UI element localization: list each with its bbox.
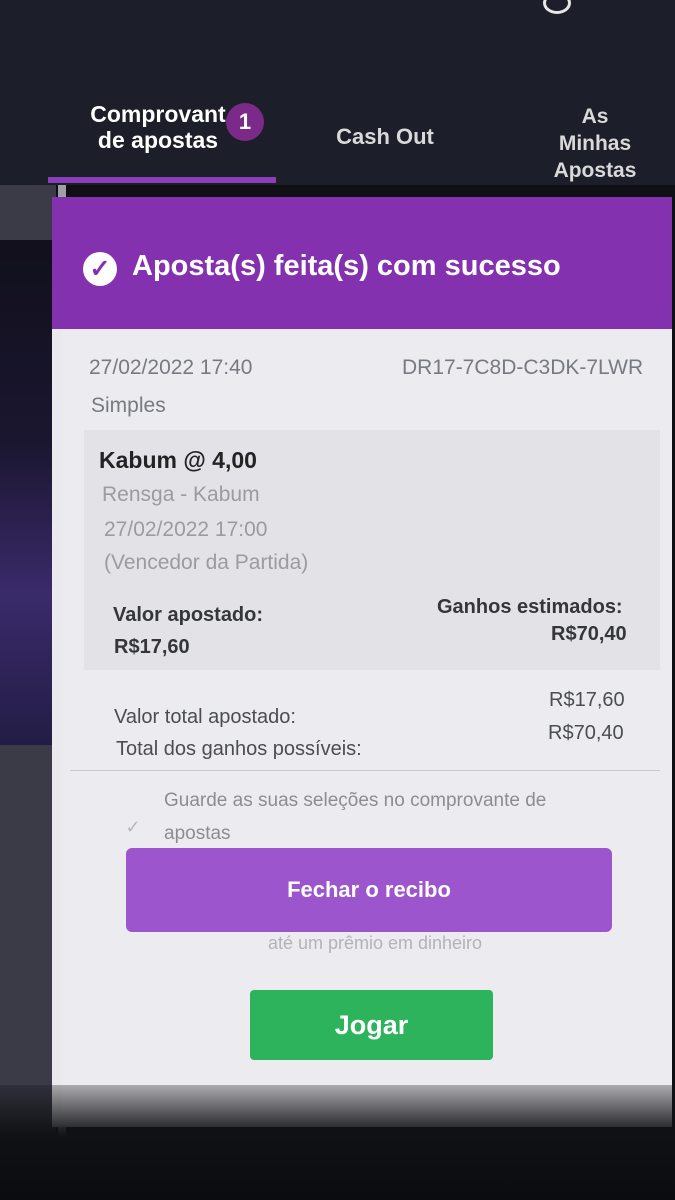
keep-selections-checkbox[interactable]: ✓ <box>124 818 142 836</box>
selection-pick-odds: Kabum @ 4,00 <box>99 447 257 473</box>
total-win-label: Total dos ganhos possíveis: <box>116 738 362 760</box>
selection-market: (Vencedor da Partida) <box>104 551 309 574</box>
tab-my-bets[interactable]: As Minhas Apostas <box>540 103 650 184</box>
tab-my-bets-line3: Apostas <box>553 159 637 182</box>
success-message: Aposta(s) feita(s) com sucesso <box>132 250 561 282</box>
close-receipt-button[interactable]: Fechar o recibo <box>126 848 612 932</box>
divider <box>70 770 660 771</box>
bet-type: Simples <box>91 394 166 417</box>
estimated-win-value: R$70,40 <box>551 623 627 645</box>
stake-value: R$17,60 <box>114 636 190 658</box>
active-tab-indicator <box>48 177 276 183</box>
total-win-value: R$70,40 <box>548 722 624 744</box>
estimated-win-label: Ganhos estimados: <box>437 596 623 618</box>
tab-cash-out[interactable]: Cash Out <box>320 124 450 150</box>
selection-event-datetime: 27/02/2022 17:00 <box>104 518 268 541</box>
account-icon[interactable] <box>543 0 571 14</box>
play-button[interactable]: Jogar <box>250 990 493 1060</box>
bottom-screen-edge <box>0 1085 675 1200</box>
bet-reference: DR17-7C8D-C3DK-7LWR <box>402 356 644 379</box>
total-stake-value: R$17,60 <box>549 689 625 711</box>
keep-selections-label[interactable]: Guarde as suas seleções no comprovante d… <box>164 784 594 850</box>
bet-datetime: 27/02/2022 17:40 <box>89 356 253 379</box>
tab-my-bets-line2: Minhas <box>558 132 632 155</box>
selection-event: Rensga - Kabum <box>102 483 260 506</box>
top-navigation-bar: Comprovant de apostas 1 Cash Out As Minh… <box>0 0 675 185</box>
stake-label: Valor apostado: <box>113 604 264 626</box>
betslip-count-badge: 1 <box>226 103 264 141</box>
promo-text: até um prêmio em dinheiro <box>267 933 483 953</box>
tab-betslip[interactable]: Comprovant de apostas 1 <box>58 101 264 153</box>
check-circle-icon: ✓ <box>83 252 117 286</box>
total-stake-label: Valor total apostado: <box>114 706 296 728</box>
tab-my-bets-line1: As <box>581 105 609 128</box>
